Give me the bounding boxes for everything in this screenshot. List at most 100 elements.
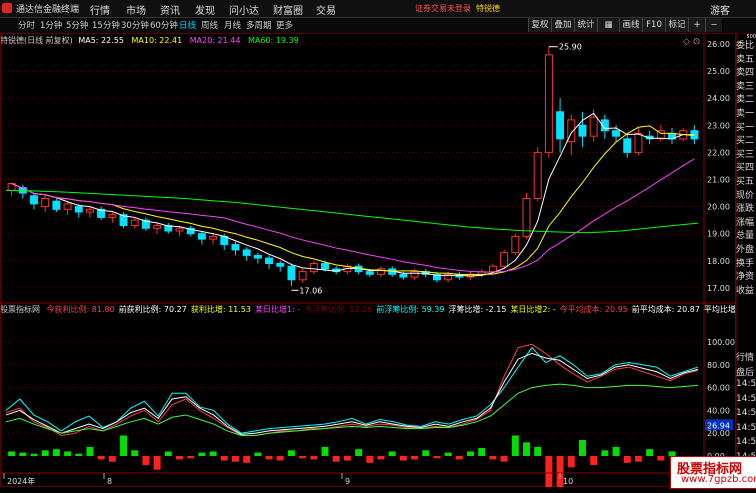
restore-rights-button[interactable]: 复权 [528, 18, 551, 32]
side-panel-lower-item[interactable]: 14:50 [736, 423, 756, 435]
candle-body[interactable] [108, 214, 117, 218]
candle-body[interactable] [544, 54, 553, 153]
side-panel-item[interactable]: 收益 [736, 283, 756, 295]
period-5min[interactable]: 5分钟 [66, 19, 88, 31]
side-panel-lower-item[interactable]: 14:50 [736, 437, 756, 449]
side-panel-item[interactable]: 卖三 [736, 79, 756, 91]
period-tick[interactable]: 分时 [18, 19, 35, 31]
watermark-url: www.7gpzb.com [681, 474, 756, 485]
candle-body[interactable] [276, 263, 285, 267]
side-panel-item[interactable]: 委比 [736, 38, 756, 50]
candle-body[interactable] [321, 263, 329, 270]
menu-market[interactable]: 市场 [126, 2, 146, 17]
candle-body[interactable] [556, 111, 565, 140]
candle-body[interactable] [533, 151, 542, 199]
add-icon[interactable]: + [688, 18, 705, 32]
candle-body[interactable] [309, 263, 318, 273]
candle-body[interactable] [30, 195, 38, 205]
indicator-bar [500, 456, 508, 462]
candle-body[interactable] [488, 265, 497, 273]
candle-body[interactable] [623, 138, 632, 153]
candle-body[interactable] [265, 257, 274, 265]
side-panel-item[interactable]: 涨幅 [736, 215, 756, 227]
side-panel-item[interactable]: 换手 [736, 256, 756, 268]
side-panel-lower-item[interactable]: 行情 [736, 350, 756, 362]
candle-body[interactable] [287, 265, 296, 281]
indicator-bar [489, 456, 497, 460]
indicator-bar [444, 452, 452, 456]
menu-trade[interactable]: 交易 [316, 2, 336, 17]
mark-button[interactable]: 标记 [665, 18, 688, 32]
candle-body[interactable] [410, 271, 419, 278]
guest-label[interactable]: 游客 [710, 2, 730, 17]
candle-body[interactable] [365, 271, 374, 275]
side-panel-item[interactable]: 净资 [736, 269, 756, 281]
candle-body[interactable] [41, 197, 50, 208]
candle-body[interactable] [399, 273, 408, 278]
menu-discover[interactable]: 发现 [195, 2, 215, 17]
candle-body[interactable] [74, 206, 83, 213]
period-multi[interactable]: 多周期 [246, 19, 272, 31]
side-panel-item[interactable]: 买二 [736, 133, 756, 145]
period-15min[interactable]: 15分钟 [92, 19, 120, 31]
kline-chart[interactable]: 26.00 25.00 24.00 23.00 22.00 21.00 20.00 19.00… [0, 33, 756, 487]
side-panel-item[interactable]: 买一 [736, 120, 756, 132]
period-daily[interactable]: 日线 [179, 19, 196, 31]
candle-body[interactable] [511, 235, 520, 254]
period-more[interactable]: 更多 [276, 19, 293, 31]
side-panel-item[interactable]: 买三 [736, 147, 756, 159]
side-panel-item[interactable]: 外盘 [736, 242, 756, 254]
candle-body[interactable] [197, 233, 206, 240]
side-panel-item[interactable]: 买四 [736, 160, 756, 172]
statistics-button[interactable]: 统计 [574, 18, 597, 32]
period-1min[interactable]: 1分钟 [40, 19, 62, 31]
side-panel-item[interactable]: 涨跌 [736, 201, 756, 213]
side-panel-item[interactable]: 现价 [736, 188, 756, 200]
period-30min[interactable]: 30分钟 [121, 19, 149, 31]
period-60min[interactable]: 60分钟 [150, 19, 178, 31]
side-panel-item[interactable]: 卖二 [736, 92, 756, 104]
side-panel-lower-item[interactable]: 盘后 [736, 365, 756, 377]
period-monthly[interactable]: 月线 [224, 19, 241, 31]
draw-line-button[interactable]: 画线 [619, 18, 642, 32]
side-panel-item[interactable]: 卖一 [736, 106, 756, 118]
grid-icon[interactable]: ▦ [597, 18, 619, 32]
period-weekly[interactable]: 周线 [201, 19, 218, 31]
candle-body[interactable] [242, 249, 251, 256]
candle-body[interactable] [578, 124, 587, 137]
candle-body[interactable] [231, 244, 240, 251]
menu-quotes[interactable]: 行情 [90, 2, 110, 17]
candle-body[interactable] [175, 227, 184, 232]
side-panel-item[interactable]: 卖五 [736, 52, 756, 64]
indicator-bar [19, 452, 27, 456]
f10-button[interactable]: F10 [642, 18, 665, 32]
candle-body[interactable] [298, 271, 307, 281]
candle-body[interactable] [612, 130, 621, 137]
overlay-button[interactable]: 叠加 [551, 18, 574, 32]
candle-body[interactable] [153, 225, 162, 229]
side-panel-lower-item[interactable]: 14:50 [736, 408, 756, 420]
candle-body[interactable] [253, 254, 262, 259]
candle-body[interactable] [500, 252, 509, 267]
candle-body[interactable] [209, 235, 218, 240]
candle-body[interactable] [52, 200, 61, 210]
side-panel-item[interactable]: 卖四 [736, 65, 756, 77]
menu-news[interactable]: 资讯 [160, 2, 180, 17]
app-logo-icon [2, 3, 12, 13]
candle-body[interactable] [589, 116, 598, 137]
side-panel-item[interactable]: 总量 [736, 228, 756, 240]
indicator-bar [243, 456, 251, 463]
login-warning[interactable]: 证券交易未登录 [415, 3, 471, 14]
menu-ask[interactable]: 问小达 [229, 2, 259, 17]
candle-body[interactable] [634, 132, 643, 153]
side-panel-lower-item[interactable]: 14:50 [736, 394, 756, 406]
indicator-bar [545, 456, 553, 487]
menu-wealth[interactable]: 财富圈 [273, 2, 303, 17]
side-panel-item[interactable]: 买五 [736, 174, 756, 186]
indicator-bar [646, 449, 654, 456]
candle-body[interactable] [85, 208, 94, 213]
minus-icon[interactable]: − [705, 18, 722, 32]
candle-body[interactable] [63, 203, 72, 210]
side-panel-lower-item[interactable]: 14:50 [736, 379, 756, 391]
candle-body[interactable] [130, 219, 139, 227]
